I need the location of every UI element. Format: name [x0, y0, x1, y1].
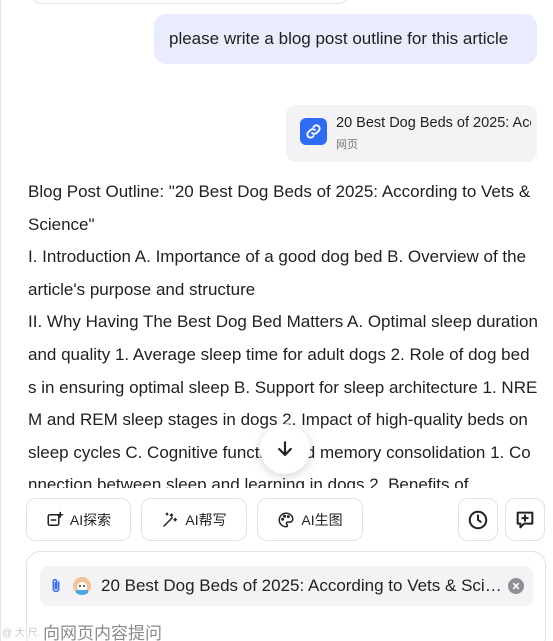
- link-card-title: 20 Best Dog Beds of 2025: According to V…: [336, 115, 531, 131]
- user-message-bubble: please write a blog post outline for thi…: [154, 14, 537, 64]
- magic-pen-icon: [163, 512, 178, 527]
- attachment-title: 20 Best Dog Beds of 2025: According to V…: [101, 576, 506, 595]
- link-card-subtitle: 网页: [336, 139, 358, 151]
- palette-icon: [278, 511, 294, 528]
- chat-composer[interactable]: 20 Best Dog Beds of 2025: According to V…: [26, 551, 546, 641]
- explore-icon: [47, 511, 64, 526]
- previous-message-edge: [30, 0, 350, 4]
- scroll-to-bottom-button[interactable]: [260, 424, 310, 474]
- paperclip-icon: [48, 577, 64, 600]
- ai-image-button[interactable]: AI生图: [257, 498, 363, 541]
- question-input[interactable]: 向网页内容提问: [43, 619, 162, 641]
- site-favicon-icon: [73, 577, 91, 595]
- ai-explore-button[interactable]: AI探索: [26, 498, 131, 541]
- chat-plus-icon: [516, 511, 534, 528]
- watermark: @ 大 尺: [2, 628, 38, 639]
- ai-write-label: AI帮写: [185, 511, 227, 528]
- arrow-down-icon: [278, 441, 292, 456]
- new-chat-button[interactable]: [505, 498, 545, 541]
- clock-icon: [468, 510, 488, 529]
- ai-explore-label: AI探索: [69, 511, 112, 528]
- panel-left-border: [0, 0, 1, 641]
- response-paragraph: I. Introduction A. Importance of a good …: [28, 247, 527, 299]
- ai-write-button[interactable]: AI帮写: [141, 498, 247, 541]
- remove-attachment-button[interactable]: [508, 578, 524, 594]
- close-icon: [512, 582, 520, 590]
- ai-image-label: AI生图: [301, 511, 343, 528]
- user-message-text: please write a blog post outline for thi…: [169, 29, 509, 48]
- history-button[interactable]: [458, 498, 498, 541]
- response-paragraph: Blog Post Outline: "20 Best Dog Beds of …: [28, 182, 531, 234]
- attachment-chip: 20 Best Dog Beds of 2025: According to V…: [40, 566, 533, 606]
- link-icon: [300, 118, 327, 145]
- link-card[interactable]: 20 Best Dog Beds of 2025: According to V…: [286, 105, 537, 162]
